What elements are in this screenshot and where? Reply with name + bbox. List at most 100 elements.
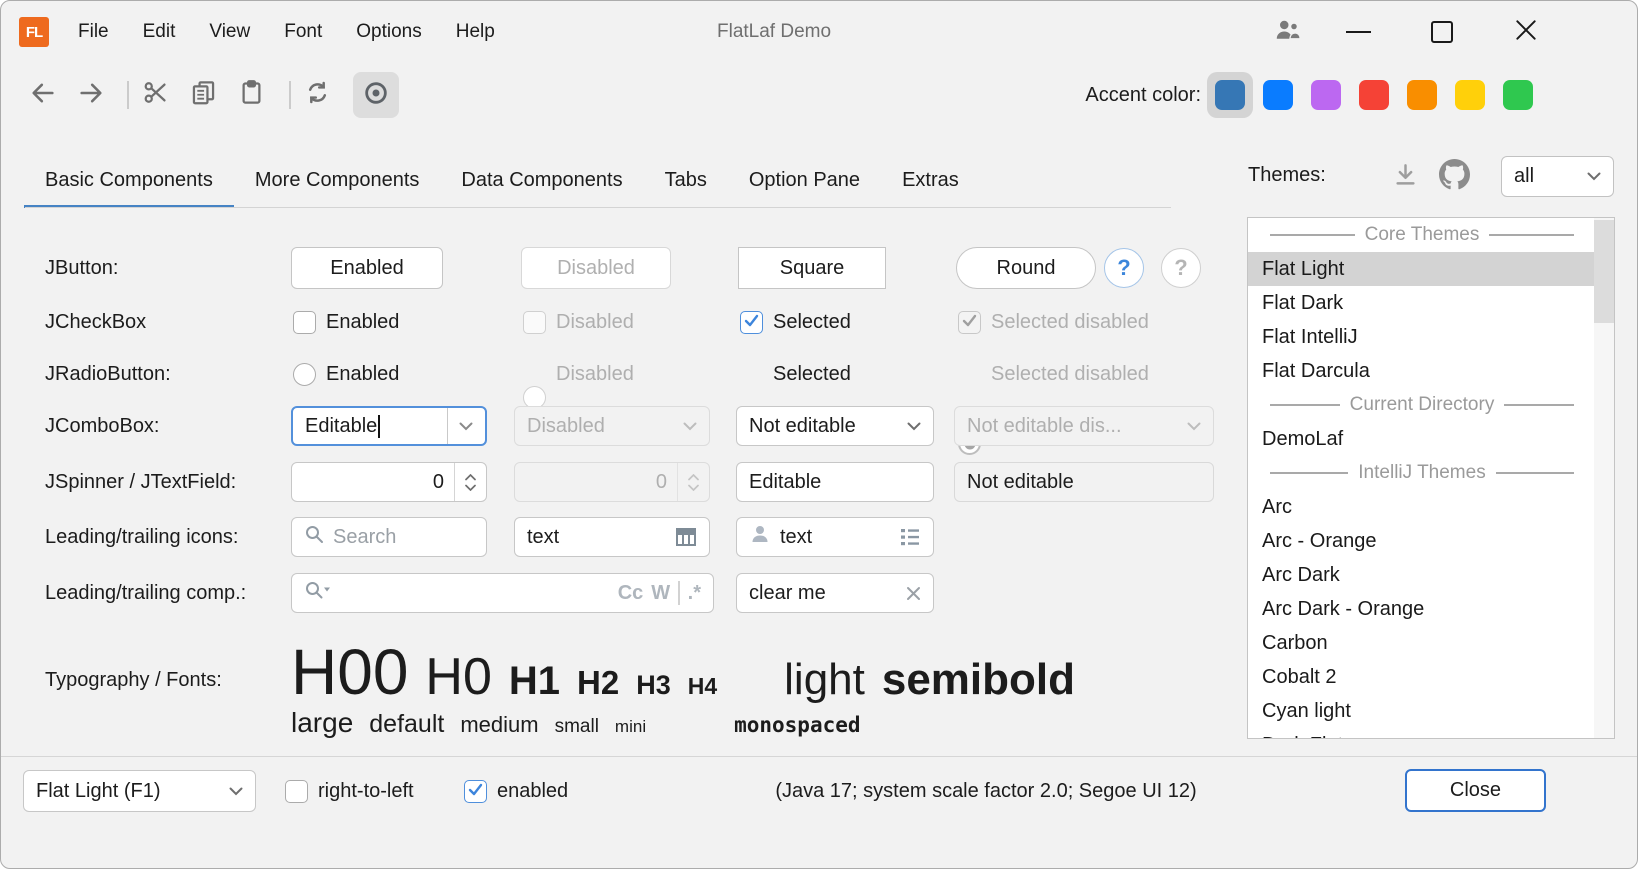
chevron-down-icon[interactable] (447, 408, 475, 444)
tab-basic-components[interactable]: Basic Components (24, 153, 234, 208)
accent-swatch-orange[interactable] (1407, 80, 1437, 110)
theme-item-flat-intellij[interactable]: Flat IntelliJ (1248, 320, 1594, 354)
themes-filter-combo[interactable]: all (1501, 156, 1614, 197)
theme-item-flat-darcula[interactable]: Flat Darcula (1248, 354, 1594, 388)
tab-more-components[interactable]: More Components (234, 153, 441, 208)
menu-font[interactable]: Font (267, 1, 339, 63)
jbutton-enabled[interactable]: Enabled (291, 247, 443, 289)
search-dropdown-icon[interactable] (304, 580, 332, 606)
text-field-person-list[interactable]: text (736, 517, 934, 557)
spinner-disabled-value: 0 (527, 471, 677, 494)
checkbox-enabled-label[interactable]: Enabled (326, 311, 399, 334)
accent-swatch-purple[interactable] (1311, 80, 1341, 110)
accent-swatch-green[interactable] (1503, 80, 1533, 110)
theme-item-arc-dark-orange[interactable]: Arc Dark - Orange (1248, 592, 1594, 626)
light-weight-sample: light (784, 655, 865, 705)
menu-file[interactable]: File (61, 1, 126, 63)
checkbox-enabled[interactable] (293, 311, 316, 334)
clear-me-field[interactable]: clear me (736, 573, 934, 613)
regex-toggle[interactable]: .* (688, 582, 701, 605)
radio-enabled[interactable] (293, 363, 316, 386)
menu-edit[interactable]: Edit (126, 1, 193, 63)
jbutton-square[interactable]: Square (738, 247, 886, 289)
theme-group-separator: IntelliJ Themes (1248, 456, 1594, 490)
radio-enabled-label[interactable]: Enabled (326, 363, 399, 386)
radio-selected-label[interactable]: Selected (773, 363, 851, 386)
match-case-toggle[interactable]: Cc (618, 582, 644, 605)
menu-help[interactable]: Help (439, 1, 512, 63)
refresh-button[interactable] (295, 73, 339, 117)
menu-view[interactable]: View (192, 1, 267, 63)
themes-scrollbar-thumb[interactable] (1594, 220, 1614, 323)
close-button[interactable]: Close (1405, 769, 1546, 812)
theme-item-dark-flat[interactable]: Dark Flat (1248, 728, 1594, 739)
theme-item-arc[interactable]: Arc (1248, 490, 1594, 524)
jbutton-round[interactable]: Round (956, 247, 1096, 289)
spinner-value[interactable]: 0 (304, 471, 454, 494)
combobox-editable[interactable]: Editable (291, 406, 487, 446)
rtl-checkbox[interactable] (285, 780, 308, 803)
list-icon[interactable] (899, 527, 921, 547)
spinner-enabled[interactable]: 0 (291, 462, 487, 502)
copy-button[interactable] (181, 73, 225, 117)
accent-swatch-default[interactable] (1215, 80, 1245, 110)
search-field[interactable]: Search (291, 517, 487, 557)
tab-tabs[interactable]: Tabs (644, 153, 728, 208)
accent-swatch-yellow[interactable] (1455, 80, 1485, 110)
clear-icon[interactable] (906, 586, 921, 601)
jcombobox-row-label: JComboBox: (45, 415, 160, 438)
accent-color-label: Accent color: (1041, 84, 1201, 107)
whole-word-toggle[interactable]: W (651, 582, 670, 605)
combobox-not-editable-value: Not editable (749, 415, 856, 438)
theme-item-cobalt-2[interactable]: Cobalt 2 (1248, 660, 1594, 694)
back-button[interactable] (21, 73, 65, 117)
tab-option-pane[interactable]: Option Pane (728, 153, 881, 208)
text-field-value: text (527, 526, 559, 549)
h3-sample: H3 (636, 670, 671, 701)
show-hints-toggle[interactable] (353, 72, 399, 118)
paste-button[interactable] (229, 73, 273, 117)
flag-separator (678, 581, 680, 605)
checkbox-selected-label[interactable]: Selected (773, 311, 851, 334)
app-logo: FL (19, 17, 49, 47)
theme-group-separator: Core Themes (1248, 218, 1594, 252)
download-themes-button[interactable] (1392, 162, 1419, 194)
github-button[interactable] (1439, 159, 1470, 195)
help-button[interactable]: ? (1104, 248, 1144, 288)
theme-item-arc-orange[interactable]: Arc - Orange (1248, 524, 1594, 558)
enabled-checkbox-label[interactable]: enabled (497, 780, 568, 803)
spinner-buttons[interactable] (454, 463, 486, 501)
cut-button[interactable] (133, 73, 177, 117)
minimize-button[interactable] (1335, 1, 1381, 63)
maximize-button[interactable] (1419, 1, 1465, 63)
menu-options[interactable]: Options (339, 1, 438, 63)
accent-swatch-blue[interactable] (1263, 80, 1293, 110)
theme-item-flat-dark[interactable]: Flat Dark (1248, 286, 1594, 320)
accent-swatch-red[interactable] (1359, 80, 1389, 110)
tab-extras[interactable]: Extras (881, 153, 980, 208)
download-icon (1392, 176, 1419, 193)
themes-list[interactable]: Core Themes Flat Light Flat Dark Flat In… (1247, 217, 1615, 739)
search-field-with-options[interactable]: Cc W .* (291, 573, 714, 613)
toolbar-separator (127, 81, 129, 109)
users-button[interactable] (1265, 1, 1311, 63)
close-window-button[interactable] (1503, 1, 1549, 63)
forward-button[interactable] (69, 73, 113, 117)
eye-icon (362, 79, 390, 112)
chevron-down-icon (683, 422, 697, 431)
theme-item-demolaf[interactable]: DemoLaf (1248, 422, 1594, 456)
laf-combo[interactable]: Flat Light (F1) (23, 770, 256, 812)
combobox-disabled: Disabled (514, 406, 710, 446)
enabled-checkbox[interactable] (464, 780, 487, 803)
textfield-editable[interactable]: Editable (736, 462, 934, 502)
text-field-trailing-table[interactable]: text (514, 517, 710, 557)
theme-item-arc-dark[interactable]: Arc Dark (1248, 558, 1594, 592)
theme-item-flat-light[interactable]: Flat Light (1248, 252, 1594, 286)
table-icon[interactable] (675, 526, 697, 548)
combobox-not-editable[interactable]: Not editable (736, 406, 934, 446)
tab-data-components[interactable]: Data Components (440, 153, 643, 208)
rtl-checkbox-label[interactable]: right-to-left (318, 780, 414, 803)
theme-item-cyan-light[interactable]: Cyan light (1248, 694, 1594, 728)
checkbox-selected[interactable] (740, 311, 763, 334)
theme-item-carbon[interactable]: Carbon (1248, 626, 1594, 660)
